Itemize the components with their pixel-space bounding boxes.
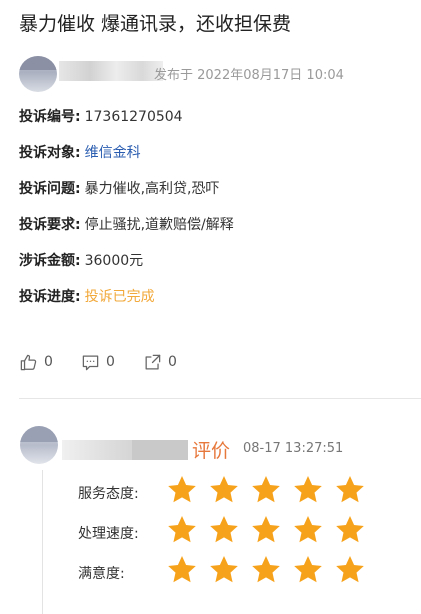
star-icon: [210, 556, 238, 583]
star-icon: [168, 476, 196, 503]
field-complaint-request: 投诉要求: 停止骚扰,道歉赔偿/解释: [19, 214, 234, 238]
reviewer-avatar-wrap: [20, 426, 60, 464]
field-complaint-issue: 投诉问题: 暴力催收,高利贷,恐吓: [19, 178, 220, 202]
rating-satisfaction: 满意度:: [78, 554, 378, 590]
comment-count: 0: [106, 354, 115, 370]
field-label: 投诉对象:: [19, 145, 81, 161]
rating-label: 满意度:: [78, 566, 125, 582]
star-icon: [336, 556, 364, 583]
star-icon: [336, 476, 364, 503]
review-time: 08-17 13:27:51: [243, 441, 344, 456]
field-complaint-id: 投诉编号: 17361270504: [19, 106, 183, 130]
share-count: 0: [168, 354, 177, 370]
star-icon: [168, 556, 196, 583]
field-progress: 投诉进度: 投诉已完成: [19, 286, 155, 310]
review-label: 评价: [192, 440, 231, 462]
star-icon: [252, 556, 280, 583]
star-icon: [252, 476, 280, 503]
star-icon: [294, 476, 322, 503]
field-label: 投诉要求:: [19, 217, 81, 233]
like-button[interactable]: 0: [19, 352, 53, 372]
rating-service-attitude: 服务态度:: [78, 474, 378, 510]
field-amount: 涉诉金额: 36000元: [19, 250, 143, 274]
comment-button[interactable]: 0: [81, 352, 115, 372]
field-label: 投诉进度:: [19, 289, 81, 305]
target-company-link[interactable]: 维信金科: [85, 145, 141, 161]
star-icon: [210, 516, 238, 543]
page-title: 暴力催收 爆通讯录，还收担保费: [19, 13, 292, 35]
share-button[interactable]: 0: [143, 352, 177, 372]
post-actions: 0 0 0: [19, 352, 219, 372]
reviewer-avatar[interactable]: [20, 426, 58, 464]
author-avatar[interactable]: [19, 56, 57, 92]
star-icon: [210, 476, 238, 503]
rating-label: 服务态度:: [78, 486, 139, 502]
field-value: 36000元: [84, 253, 144, 269]
field-value: 停止骚扰,道歉赔偿/解释: [84, 217, 234, 233]
timeline-line: [42, 470, 43, 614]
field-label: 投诉编号:: [19, 109, 81, 125]
reviewer-name-blurred: [62, 440, 188, 460]
star-icon: [294, 556, 322, 583]
share-icon: [145, 354, 161, 369]
field-label: 投诉问题:: [19, 181, 81, 197]
field-value: 17361270504: [84, 109, 183, 125]
field-label: 涉诉金额:: [19, 253, 81, 269]
post-date: 发布于 2022年08月17日 10:04: [154, 68, 344, 83]
thumbs-up-icon: [20, 354, 37, 370]
star-icon: [336, 516, 364, 543]
star-icon: [252, 516, 280, 543]
star-icon: [294, 516, 322, 543]
progress-status: 投诉已完成: [84, 289, 155, 305]
rating-label: 处理速度:: [78, 526, 139, 542]
author-meta: 发布于 2022年08月17日 10:04: [19, 56, 419, 92]
rating-processing-speed: 处理速度:: [78, 514, 378, 550]
field-complaint-target: 投诉对象: 维信金科: [19, 142, 141, 166]
star-icon: [168, 516, 196, 543]
section-divider: [19, 398, 421, 399]
author-name-blurred: [59, 61, 163, 81]
comment-icon: [82, 355, 99, 370]
like-count: 0: [44, 354, 53, 370]
field-value: 暴力催收,高利贷,恐吓: [84, 181, 220, 197]
